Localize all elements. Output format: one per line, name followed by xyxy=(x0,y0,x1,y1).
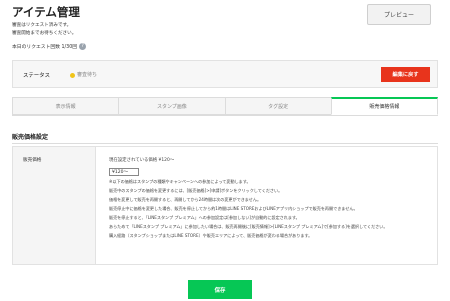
tab-bar: 表示情報 スタンプ画像 タグ設定 販売価格情報 xyxy=(12,97,438,116)
tab-display-info[interactable]: 表示情報 xyxy=(12,97,119,115)
price-note: 購入経路（スタンプショップまたはLINE STORE）や販売エリアによって、販売… xyxy=(109,233,313,238)
preview-button[interactable]: プレビュー xyxy=(367,4,431,25)
section-title: 販売価格設定 xyxy=(12,134,49,141)
page-title: アイテム管理 xyxy=(12,5,80,19)
notice-line: 審査はリクエスト済みです。 xyxy=(12,23,72,28)
notice-line: 審査開始までお待ちください。 xyxy=(12,31,77,36)
request-notice: 審査はリクエスト済みです。 審査開始までお待ちください。 xyxy=(12,22,76,38)
price-label-cell: 販売価格 xyxy=(13,147,96,264)
status-dot-icon xyxy=(70,73,75,78)
request-quota: 本日のリクエスト回数 1/30回 ? xyxy=(12,43,87,50)
current-price-text: 現在設定されている価格 ¥120～ xyxy=(109,158,175,163)
tab-tag-settings[interactable]: タグ設定 xyxy=(224,97,331,115)
tab-sticker-images[interactable]: スタンプ画像 xyxy=(118,97,225,115)
tab-sales-price-info[interactable]: 販売価格情報 xyxy=(330,97,438,115)
quota-text: 本日のリクエスト回数 1/30回 xyxy=(12,45,78,50)
price-notes: ※以下の価格はスタンプの種類やキャンペーンへの参加によって変動します。 販売中の… xyxy=(109,179,433,239)
price-note: 販売中のスタンプの価格を変更するには、[販売価格]>[申請]ボタンをクリックして… xyxy=(109,188,283,193)
price-note: ※以下の価格はスタンプの種類やキャンペーンへの参加によって変動します。 xyxy=(109,179,251,184)
status-box: ステータス 審査待ち 編集に戻す xyxy=(12,60,438,88)
price-content: 現在設定されている価格 ¥120～ ¥120～ ※以下の価格はスタンプの種類やキ… xyxy=(109,157,433,242)
section-divider xyxy=(12,143,438,144)
price-settings-table: 販売価格 現在設定されている価格 ¥120～ ¥120～ ※以下の価格はスタンプ… xyxy=(12,146,438,265)
save-button[interactable]: 保存 xyxy=(188,280,252,299)
price-note: 販売を停止すると、「LINEスタンプ プレミアム」への参加設定は[参加しない]が… xyxy=(109,215,300,220)
back-to-edit-button[interactable]: 編集に戻す xyxy=(381,67,430,82)
price-row-label: 販売価格 xyxy=(23,158,42,163)
status-label: ステータス xyxy=(23,73,50,79)
price-note: あらためて「LINEスタンプ プレミアム」に参加したい場合は、販売再開後に[販売… xyxy=(109,224,388,229)
price-note: 販売停止中に価格を変更した場合、販売を停止してから約1時間はLINE STORE… xyxy=(109,206,358,211)
price-note: 価格を変更して販売を再開すると、再開してから24時間は次の変更ができません。 xyxy=(109,197,262,202)
status-value: 審査待ち xyxy=(77,72,98,78)
price-select-value: ¥120～ xyxy=(112,170,128,175)
price-select[interactable]: ¥120～ xyxy=(109,168,139,176)
help-icon[interactable]: ? xyxy=(79,43,87,50)
